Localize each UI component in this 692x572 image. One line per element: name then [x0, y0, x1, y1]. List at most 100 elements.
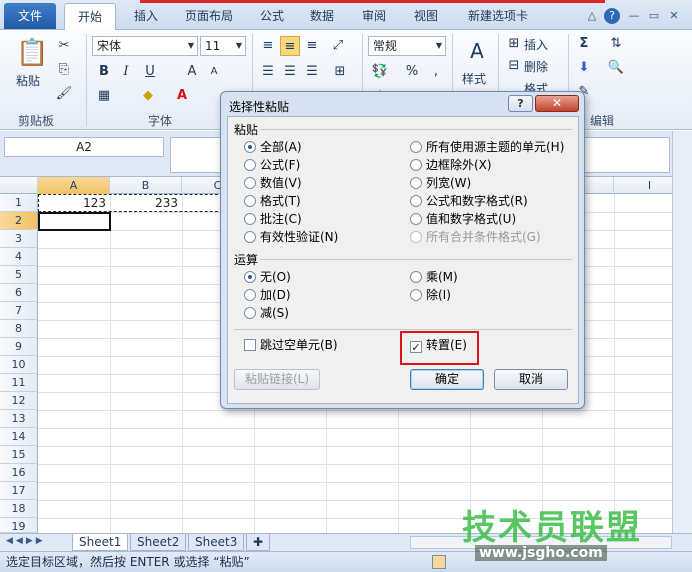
row-header[interactable]: 6	[0, 284, 38, 302]
vertical-scrollbar[interactable]	[672, 131, 692, 533]
row-header[interactable]: 17	[0, 482, 38, 500]
row-header[interactable]: 5	[0, 266, 38, 284]
font-name-select[interactable]: 宋体 ▼	[92, 36, 198, 56]
minimize-icon[interactable]: —	[626, 8, 642, 24]
cut-icon[interactable]: ✂	[54, 36, 74, 56]
italic-button[interactable]: I	[116, 62, 136, 82]
row-header[interactable]: 2	[0, 212, 38, 230]
name-box[interactable]: A2	[4, 137, 164, 157]
row-header[interactable]: 12	[0, 392, 38, 410]
align-middle-icon[interactable]: ≡	[280, 36, 300, 56]
paste-option-formats[interactable]: 格式(T)	[244, 193, 301, 209]
dialog-close-button[interactable]: ✕	[535, 95, 579, 112]
cell-b1[interactable]: 233	[110, 194, 182, 212]
dialog-help-button[interactable]: ?	[508, 95, 533, 112]
row-header[interactable]: 14	[0, 428, 38, 446]
op-option-divide[interactable]: 除(I)	[410, 287, 451, 303]
op-option-subtract[interactable]: 减(S)	[244, 305, 289, 321]
grow-font-icon[interactable]: A	[182, 62, 202, 82]
align-center-icon[interactable]: ☰	[280, 62, 300, 82]
insert-sheet-icon[interactable]: ✚	[246, 534, 270, 551]
find-select-icon[interactable]: 🔍	[606, 58, 626, 78]
row-header[interactable]: 8	[0, 320, 38, 338]
bold-button[interactable]: B	[94, 62, 114, 82]
row-header[interactable]: 16	[0, 464, 38, 482]
row-header[interactable]: 7	[0, 302, 38, 320]
row-header[interactable]: 9	[0, 338, 38, 356]
op-option-none[interactable]: 无(O)	[244, 269, 291, 285]
shrink-font-icon[interactable]: A	[204, 62, 224, 82]
row-header[interactable]: 10	[0, 356, 38, 374]
paste-option-formulas[interactable]: 公式(F)	[244, 157, 300, 173]
align-top-icon[interactable]: ≡	[258, 36, 278, 56]
styles-button-label[interactable]: 样式	[462, 70, 486, 87]
format-painter-icon[interactable]: 🖌	[54, 84, 74, 104]
font-color-icon[interactable]: A	[172, 86, 192, 106]
align-left-icon[interactable]: ☰	[258, 62, 278, 82]
ok-button[interactable]: 确定	[410, 369, 484, 390]
tab-view[interactable]: 视图	[406, 6, 446, 28]
comma-icon[interactable]: ,	[426, 62, 446, 82]
tab-insert[interactable]: 插入	[126, 6, 166, 28]
paste-option-values-numbers[interactable]: 值和数字格式(U)	[410, 211, 516, 227]
tab-review[interactable]: 审阅	[354, 6, 394, 28]
skip-blanks-checkbox[interactable]: 跳过空单元(B)	[244, 337, 338, 353]
underline-button[interactable]: U	[140, 62, 160, 82]
paste-icon[interactable]: 📋	[16, 36, 48, 70]
percent-icon[interactable]: %	[402, 62, 422, 82]
cell-a1[interactable]: 123	[38, 194, 110, 212]
tab-file[interactable]: 文件	[4, 3, 56, 29]
ribbon-minimize-icon[interactable]: △	[584, 8, 600, 24]
paste-button-label[interactable]: 粘贴	[16, 72, 40, 89]
border-icon[interactable]: ▦	[94, 86, 114, 106]
tab-home[interactable]: 开始	[64, 3, 116, 31]
row-header[interactable]: 11	[0, 374, 38, 392]
sheet-tab-2[interactable]: Sheet2	[130, 534, 187, 551]
paste-option-all[interactable]: 全部(A)	[244, 139, 302, 155]
fill-color-icon[interactable]: ◆	[138, 86, 158, 106]
row-header[interactable]: 13	[0, 410, 38, 428]
row-header[interactable]: 4	[0, 248, 38, 266]
insert-cells-icon[interactable]: ⊞	[504, 34, 524, 54]
sheet-tab-1[interactable]: Sheet1	[72, 534, 129, 551]
op-option-multiply[interactable]: 乘(M)	[410, 269, 458, 285]
help-icon[interactable]: ?	[604, 8, 620, 24]
paste-option-values[interactable]: 数值(V)	[244, 175, 302, 191]
currency-icon[interactable]: 💱	[370, 62, 390, 82]
sort-filter-icon[interactable]: ⇅	[606, 34, 626, 54]
paste-option-source-theme[interactable]: 所有使用源主题的单元(H)	[410, 139, 564, 155]
tab-data[interactable]: 数据	[302, 6, 342, 28]
autosum-icon[interactable]: Σ	[574, 34, 594, 54]
paste-option-comments[interactable]: 批注(C)	[244, 211, 302, 227]
op-option-add[interactable]: 加(D)	[244, 287, 291, 303]
sheet-tab-3[interactable]: Sheet3	[188, 534, 245, 551]
column-header[interactable]: A	[38, 177, 110, 194]
row-header[interactable]: 15	[0, 446, 38, 464]
tab-formulas[interactable]: 公式	[252, 6, 292, 28]
row-header[interactable]: 1	[0, 194, 38, 212]
delete-cells-icon[interactable]: ⊟	[504, 56, 524, 76]
active-cell-a2[interactable]	[38, 212, 111, 231]
restore-icon[interactable]: ▭	[646, 8, 662, 24]
tab-page-layout[interactable]: 页面布局	[178, 6, 240, 28]
insert-cells-label[interactable]: 插入	[524, 36, 548, 53]
orientation-icon[interactable]: ⤢	[328, 36, 348, 56]
close-icon[interactable]: ✕	[666, 8, 682, 24]
number-format-select[interactable]: 常规 ▼	[368, 36, 446, 56]
delete-cells-label[interactable]: 删除	[524, 58, 548, 75]
column-header[interactable]: B	[110, 177, 182, 194]
row-header[interactable]: 19	[0, 518, 38, 533]
merge-center-icon[interactable]: ⊞	[330, 62, 350, 82]
paste-option-validation[interactable]: 有效性验证(N)	[244, 229, 338, 245]
align-bottom-icon[interactable]: ≡	[302, 36, 322, 56]
font-size-select[interactable]: 11 ▼	[200, 36, 246, 56]
styles-icon[interactable]: A	[464, 36, 490, 66]
cancel-button[interactable]: 取消	[494, 369, 568, 390]
paste-option-formulas-numbers[interactable]: 公式和数字格式(R)	[410, 193, 528, 209]
align-right-icon[interactable]: ☰	[302, 62, 322, 82]
sheet-nav-icon[interactable]: ◀◀▶▶	[6, 536, 46, 546]
normal-view-icon[interactable]	[432, 555, 446, 569]
fill-icon[interactable]: ⬇	[574, 58, 594, 78]
row-header[interactable]: 3	[0, 230, 38, 248]
tab-new[interactable]: 新建选项卡	[458, 6, 538, 28]
